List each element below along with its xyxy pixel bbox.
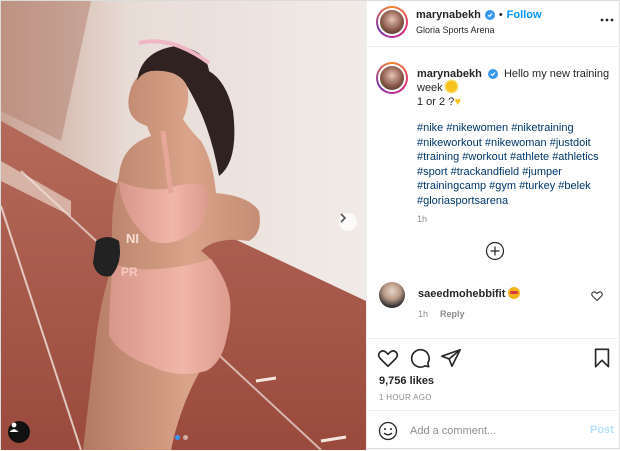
emoji-icon[interactable] <box>378 421 398 441</box>
hashtag[interactable]: #workout <box>462 151 507 163</box>
hashtag[interactable]: #gloriasportsarena <box>417 195 508 207</box>
heart-icon[interactable] <box>377 347 399 369</box>
follow-button[interactable]: Follow <box>507 9 542 21</box>
post-comment-button[interactable]: Post <box>590 424 614 436</box>
caption-time[interactable]: 1h <box>417 214 427 224</box>
comment-heart-icon[interactable] <box>591 290 603 302</box>
hashtag[interactable]: #nikewoman <box>485 137 547 149</box>
header-separator: • <box>498 9 503 21</box>
hashtag[interactable]: #jumper <box>522 166 562 178</box>
commenter-username[interactable]: saeedmohebbifit <box>418 288 505 300</box>
hashtag[interactable]: #justdoit <box>550 137 591 149</box>
caption-line-2: 1 or 2 ? <box>417 96 455 108</box>
hashtag[interactable]: #nike <box>417 122 443 134</box>
author-username[interactable]: marynabekh <box>416 9 481 21</box>
hashtag[interactable]: #training <box>417 151 459 163</box>
comment-icon[interactable] <box>409 347 431 369</box>
carousel-indicator <box>175 435 188 440</box>
post-photo[interactable]: NI PR <box>1 1 366 450</box>
hashtag[interactable]: #athletics <box>552 151 598 163</box>
hashtag[interactable]: #turkey <box>519 180 555 192</box>
hashtag[interactable]: #gym <box>489 180 516 192</box>
reply-button[interactable]: Reply <box>440 309 465 319</box>
instagram-post: NI PR marynabekh • Follow Gloria Sports … <box>0 0 620 450</box>
post-header: marynabekh • Follow Gloria Sports Arena <box>367 1 620 47</box>
likes-count[interactable]: 9,756 likes <box>379 375 434 387</box>
sun-emoji-icon <box>445 81 457 92</box>
hashtag[interactable]: #nikewomen <box>446 122 508 134</box>
post-location[interactable]: Gloria Sports Arena <box>416 25 495 35</box>
caption-text: marynabekh Hello my new training week 1 … <box>417 67 612 109</box>
comment-meta: 1h Reply <box>418 309 465 319</box>
carousel-next-button[interactable] <box>339 213 357 231</box>
verified-badge-icon <box>487 69 498 79</box>
yellow-heart-emoji-icon: ♥ <box>454 96 461 108</box>
comment-body: saeedmohebbifit <box>418 287 521 300</box>
photo-illustration: NI PR <box>1 1 366 450</box>
svg-text:NI: NI <box>126 231 139 246</box>
hashtag[interactable]: #nikeworkout <box>417 137 482 149</box>
hashtag[interactable]: #niketraining <box>511 122 573 134</box>
carousel-dot-active <box>175 435 180 440</box>
hashtag[interactable]: #trainingcamp <box>417 180 486 192</box>
verified-badge-icon <box>484 10 495 20</box>
share-icon[interactable] <box>440 347 462 369</box>
post-timestamp[interactable]: 1 HOUR AGO <box>379 393 432 402</box>
carousel-dot <box>183 435 188 440</box>
caption-username[interactable]: marynabekh <box>417 68 482 80</box>
post-actions: 9,756 likes 1 HOUR AGO Post <box>367 338 620 450</box>
comment-input[interactable] <box>410 421 580 441</box>
author-avatar[interactable] <box>376 6 408 38</box>
load-more-comments-icon[interactable] <box>485 241 505 261</box>
hashtag[interactable]: #trackandfield <box>451 166 520 178</box>
add-comment-bar: Post <box>367 410 620 451</box>
post-side-panel: marynabekh • Follow Gloria Sports Arena … <box>366 1 620 450</box>
hashtag[interactable]: #belek <box>558 180 590 192</box>
user-tag-icon <box>9 422 19 432</box>
user-tag-button[interactable] <box>8 421 30 443</box>
bookmark-icon[interactable] <box>591 347 613 369</box>
chevron-right-icon <box>340 213 347 223</box>
star-struck-emoji-icon <box>508 287 521 299</box>
more-options-icon[interactable] <box>599 13 615 27</box>
comment-item: saeedmohebbifit 1h Reply <box>367 280 620 335</box>
caption-author-avatar[interactable] <box>376 62 408 94</box>
comment-time: 1h <box>418 309 429 319</box>
post-caption: marynabekh Hello my new training week 1 … <box>367 48 620 275</box>
hashtag[interactable]: #athlete <box>510 151 549 163</box>
hashtag[interactable]: #sport <box>417 166 448 178</box>
author-row: marynabekh • Follow <box>416 9 542 21</box>
commenter-avatar[interactable] <box>379 282 405 308</box>
svg-text:PR: PR <box>121 265 138 279</box>
hashtag-list: #nike #nikewomen #niketraining #nikework… <box>417 121 612 208</box>
